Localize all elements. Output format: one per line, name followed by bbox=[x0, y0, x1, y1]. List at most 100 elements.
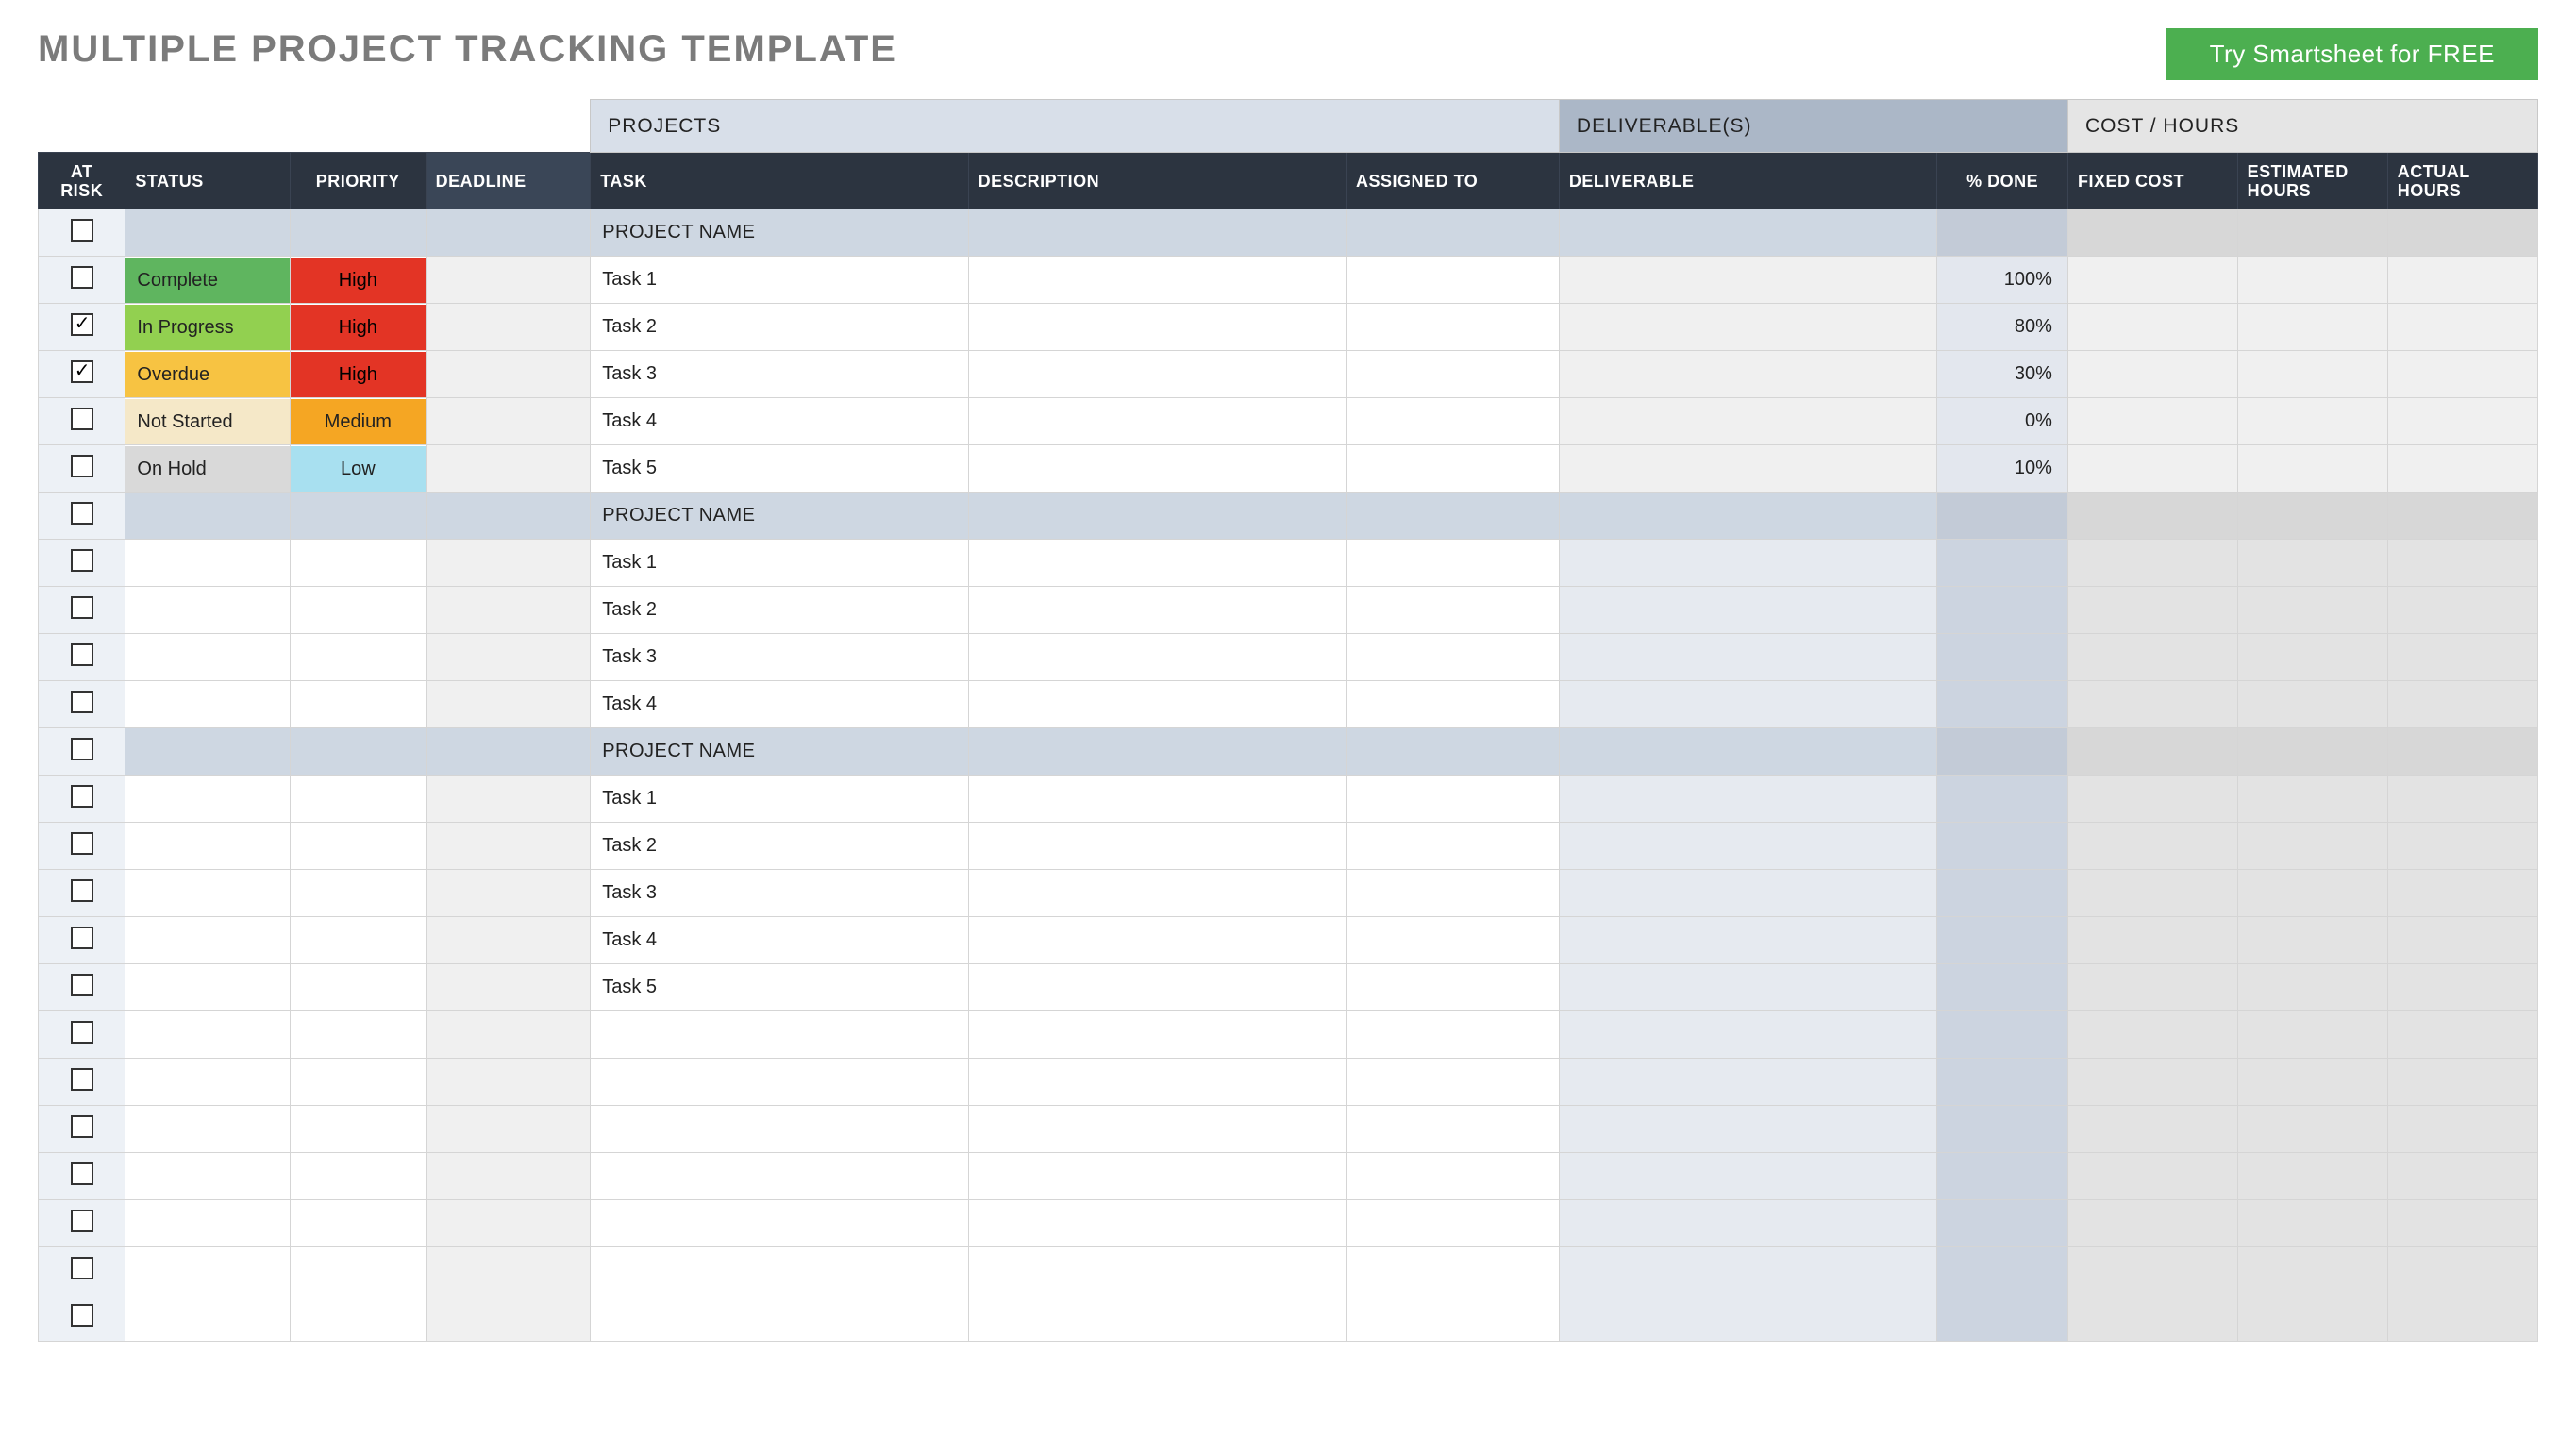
status-cell[interactable] bbox=[125, 681, 291, 728]
assigned-cell[interactable] bbox=[1347, 634, 1560, 681]
deadline-cell[interactable] bbox=[426, 1153, 591, 1200]
fixed-cost-cell[interactable] bbox=[2067, 1106, 2237, 1153]
task-cell[interactable]: Task 1 bbox=[591, 776, 968, 823]
est-hours-cell[interactable] bbox=[2237, 964, 2387, 1011]
status-cell[interactable] bbox=[125, 1294, 291, 1342]
status-cell[interactable] bbox=[125, 823, 291, 870]
task-cell[interactable]: Task 5 bbox=[591, 445, 968, 493]
assigned-cell[interactable] bbox=[1347, 1153, 1560, 1200]
task-cell[interactable]: PROJECT NAME bbox=[591, 728, 968, 776]
deliverable-cell[interactable] bbox=[1559, 634, 1936, 681]
assigned-cell[interactable] bbox=[1347, 964, 1560, 1011]
description-cell[interactable] bbox=[968, 1200, 1346, 1247]
deadline-cell[interactable] bbox=[426, 1059, 591, 1106]
fixed-cost-cell[interactable] bbox=[2067, 257, 2237, 304]
deadline-cell[interactable] bbox=[426, 587, 591, 634]
description-cell[interactable] bbox=[968, 1153, 1346, 1200]
description-cell[interactable] bbox=[968, 1059, 1346, 1106]
pct-done-cell[interactable]: 0% bbox=[1937, 398, 2068, 445]
fixed-cost-cell[interactable] bbox=[2067, 540, 2237, 587]
fixed-cost-cell[interactable] bbox=[2067, 1247, 2237, 1294]
pct-done-cell[interactable] bbox=[1937, 587, 2068, 634]
est-hours-cell[interactable] bbox=[2237, 209, 2387, 257]
deadline-cell[interactable] bbox=[426, 304, 591, 351]
est-hours-cell[interactable] bbox=[2237, 398, 2387, 445]
task-cell[interactable]: PROJECT NAME bbox=[591, 493, 968, 540]
fixed-cost-cell[interactable] bbox=[2067, 304, 2237, 351]
actual-hours-cell[interactable] bbox=[2387, 304, 2537, 351]
priority-cell[interactable]: Low bbox=[290, 445, 426, 493]
priority-cell[interactable] bbox=[290, 1011, 426, 1059]
est-hours-cell[interactable] bbox=[2237, 493, 2387, 540]
priority-cell[interactable] bbox=[290, 870, 426, 917]
status-cell[interactable] bbox=[125, 587, 291, 634]
deadline-cell[interactable] bbox=[426, 964, 591, 1011]
actual-hours-cell[interactable] bbox=[2387, 681, 2537, 728]
actual-hours-cell[interactable] bbox=[2387, 728, 2537, 776]
deadline-cell[interactable] bbox=[426, 257, 591, 304]
at-risk-checkbox[interactable] bbox=[71, 879, 93, 902]
at-risk-checkbox[interactable] bbox=[71, 1115, 93, 1138]
at-risk-checkbox[interactable] bbox=[71, 313, 93, 336]
deadline-cell[interactable] bbox=[426, 1011, 591, 1059]
est-hours-cell[interactable] bbox=[2237, 1106, 2387, 1153]
at-risk-checkbox[interactable] bbox=[71, 266, 93, 289]
actual-hours-cell[interactable] bbox=[2387, 398, 2537, 445]
assigned-cell[interactable] bbox=[1347, 1200, 1560, 1247]
actual-hours-cell[interactable] bbox=[2387, 445, 2537, 493]
deadline-cell[interactable] bbox=[426, 776, 591, 823]
pct-done-cell[interactable] bbox=[1937, 823, 2068, 870]
at-risk-checkbox[interactable] bbox=[71, 502, 93, 525]
assigned-cell[interactable] bbox=[1347, 351, 1560, 398]
description-cell[interactable] bbox=[968, 1106, 1346, 1153]
est-hours-cell[interactable] bbox=[2237, 540, 2387, 587]
assigned-cell[interactable] bbox=[1347, 823, 1560, 870]
est-hours-cell[interactable] bbox=[2237, 823, 2387, 870]
assigned-cell[interactable] bbox=[1347, 540, 1560, 587]
status-cell[interactable] bbox=[125, 870, 291, 917]
task-cell[interactable]: Task 4 bbox=[591, 681, 968, 728]
at-risk-checkbox[interactable] bbox=[71, 360, 93, 383]
est-hours-cell[interactable] bbox=[2237, 870, 2387, 917]
at-risk-checkbox[interactable] bbox=[71, 1068, 93, 1091]
description-cell[interactable] bbox=[968, 634, 1346, 681]
description-cell[interactable] bbox=[968, 823, 1346, 870]
deliverable-cell[interactable] bbox=[1559, 445, 1936, 493]
actual-hours-cell[interactable] bbox=[2387, 257, 2537, 304]
fixed-cost-cell[interactable] bbox=[2067, 1294, 2237, 1342]
fixed-cost-cell[interactable] bbox=[2067, 870, 2237, 917]
pct-done-cell[interactable]: 80% bbox=[1937, 304, 2068, 351]
fixed-cost-cell[interactable] bbox=[2067, 681, 2237, 728]
at-risk-checkbox[interactable] bbox=[71, 1021, 93, 1044]
est-hours-cell[interactable] bbox=[2237, 587, 2387, 634]
description-cell[interactable] bbox=[968, 870, 1346, 917]
task-cell[interactable]: Task 3 bbox=[591, 351, 968, 398]
deliverable-cell[interactable] bbox=[1559, 257, 1936, 304]
fixed-cost-cell[interactable] bbox=[2067, 209, 2237, 257]
priority-cell[interactable] bbox=[290, 634, 426, 681]
status-cell[interactable] bbox=[125, 540, 291, 587]
deliverable-cell[interactable] bbox=[1559, 1059, 1936, 1106]
est-hours-cell[interactable] bbox=[2237, 304, 2387, 351]
deliverable-cell[interactable] bbox=[1559, 1247, 1936, 1294]
pct-done-cell[interactable] bbox=[1937, 634, 2068, 681]
est-hours-cell[interactable] bbox=[2237, 776, 2387, 823]
pct-done-cell[interactable] bbox=[1937, 1011, 2068, 1059]
at-risk-checkbox[interactable] bbox=[71, 1257, 93, 1279]
status-cell[interactable]: On Hold bbox=[125, 445, 291, 493]
deliverable-cell[interactable] bbox=[1559, 587, 1936, 634]
assigned-cell[interactable] bbox=[1347, 1106, 1560, 1153]
priority-cell[interactable] bbox=[290, 493, 426, 540]
task-cell[interactable]: PROJECT NAME bbox=[591, 209, 968, 257]
status-cell[interactable] bbox=[125, 209, 291, 257]
at-risk-checkbox[interactable] bbox=[71, 927, 93, 949]
deliverable-cell[interactable] bbox=[1559, 1106, 1936, 1153]
est-hours-cell[interactable] bbox=[2237, 728, 2387, 776]
task-cell[interactable]: Task 1 bbox=[591, 540, 968, 587]
actual-hours-cell[interactable] bbox=[2387, 917, 2537, 964]
actual-hours-cell[interactable] bbox=[2387, 1106, 2537, 1153]
task-cell[interactable]: Task 3 bbox=[591, 634, 968, 681]
assigned-cell[interactable] bbox=[1347, 257, 1560, 304]
at-risk-checkbox[interactable] bbox=[71, 219, 93, 242]
status-cell[interactable] bbox=[125, 1153, 291, 1200]
